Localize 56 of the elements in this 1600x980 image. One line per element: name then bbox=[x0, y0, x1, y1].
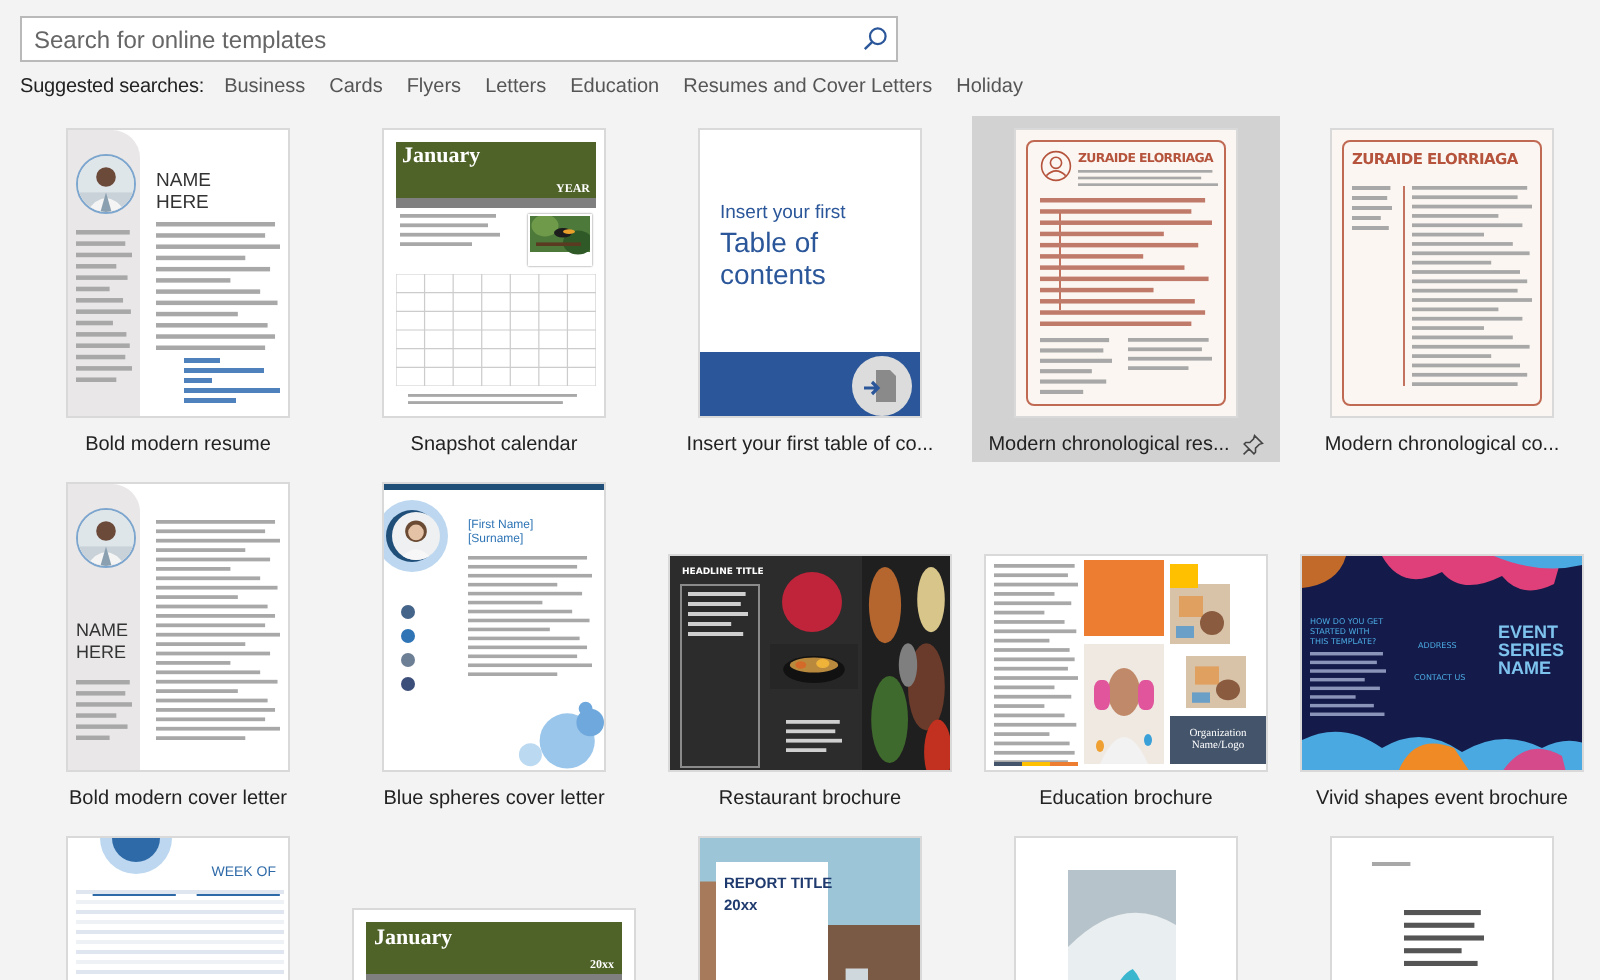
template-tile[interactable]: NAME HERE Bold modern resume bbox=[24, 116, 332, 462]
text-lines-drawing bbox=[1404, 910, 1484, 966]
text-panel bbox=[1084, 560, 1164, 636]
text-lines-drawing bbox=[1040, 338, 1112, 394]
text-lines-drawing bbox=[688, 592, 748, 636]
text-lines-drawing bbox=[1128, 338, 1212, 370]
text-lines-drawing bbox=[400, 214, 500, 246]
suggested-search-link[interactable]: Flyers bbox=[406, 75, 462, 97]
text-lines-drawing bbox=[1310, 652, 1386, 716]
text-lines-drawing bbox=[786, 720, 842, 752]
template-thumbnail[interactable]: NAME HERE bbox=[66, 482, 290, 772]
text-lines-drawing bbox=[1372, 862, 1412, 866]
template-name: Blue spheres cover letter bbox=[383, 787, 605, 809]
template-thumbnail[interactable]: Insert your first Table of contents bbox=[698, 128, 922, 418]
text-lines-drawing bbox=[468, 556, 592, 676]
suggested-search-link[interactable]: Business bbox=[224, 75, 306, 97]
text-lines-drawing bbox=[76, 680, 132, 740]
month-title: January bbox=[402, 144, 481, 168]
search-icon[interactable] bbox=[862, 26, 888, 52]
suggested-search-link[interactable]: Letters bbox=[485, 75, 547, 97]
month-title: January bbox=[374, 926, 453, 950]
document-icon bbox=[852, 356, 912, 416]
template-tile[interactable]: Insert your first Table of contents Insert your first table of co... bbox=[656, 116, 964, 462]
template-tile[interactable]: NAME HERE Bold modern cover letter bbox=[24, 470, 332, 816]
square-shape bbox=[1170, 564, 1198, 588]
template-name: Snapshot calendar bbox=[410, 433, 578, 455]
name-heading: NAME HERE bbox=[156, 170, 213, 214]
template-name: Bold modern cover letter bbox=[69, 787, 287, 809]
avatar-icon bbox=[1040, 150, 1072, 182]
text-lines-drawing bbox=[1078, 170, 1218, 186]
template-name: Education brochure bbox=[1039, 787, 1213, 809]
color-strip-drawing bbox=[994, 762, 1078, 766]
timeline-drawing bbox=[1056, 210, 1064, 310]
template-name: Insert your first table of co... bbox=[686, 433, 934, 455]
search-field[interactable]: Search for online templates bbox=[20, 16, 898, 62]
text-lines-drawing bbox=[1352, 186, 1392, 230]
suggested-search-link[interactable]: Education bbox=[570, 75, 660, 97]
name-heading: NAME HERE bbox=[76, 620, 131, 664]
template-name: Restaurant brochure bbox=[718, 787, 902, 809]
quote-circle bbox=[782, 572, 842, 632]
suggested-search-link[interactable]: Holiday bbox=[956, 75, 1023, 97]
contact-icons-drawing bbox=[400, 604, 416, 692]
suggested-searches-label: Suggested searches: bbox=[20, 75, 205, 97]
template-name: Modern chronological co... bbox=[1324, 433, 1560, 455]
circle-graphic bbox=[96, 838, 176, 878]
suggested-search-link[interactable]: Cards bbox=[329, 75, 383, 97]
title-text: Table of contents bbox=[720, 226, 828, 290]
heading-text: Insert your first bbox=[720, 202, 846, 224]
template-name: Modern chronological res... bbox=[988, 433, 1230, 455]
template-name: Bold modern resume bbox=[85, 433, 271, 455]
event-title: EVENT SERIES NAME bbox=[1498, 624, 1567, 678]
pin-icon[interactable] bbox=[1241, 433, 1264, 455]
text-lines-drawing bbox=[156, 222, 280, 350]
template-name: Vivid shapes event brochure bbox=[1315, 787, 1568, 809]
template-thumbnail[interactable]: NAME HERE bbox=[66, 128, 290, 418]
suggested-search-link[interactable]: Resumes and Cover Letters bbox=[683, 75, 933, 97]
